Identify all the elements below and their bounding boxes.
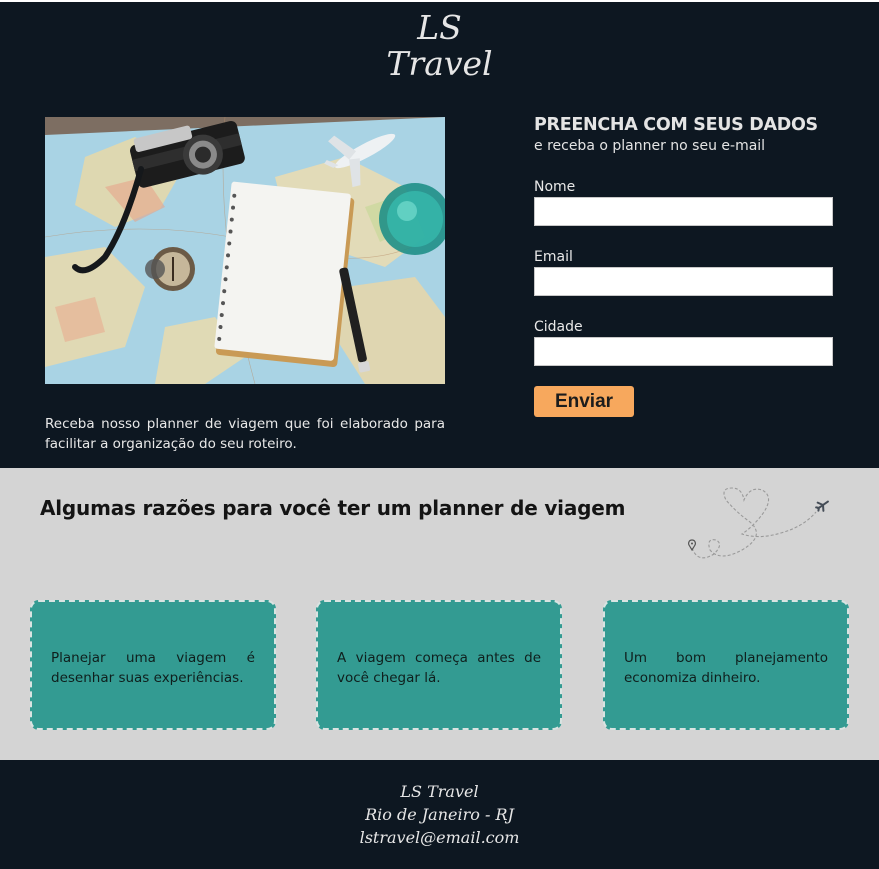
email-label: Email <box>534 249 573 265</box>
logo-line-ls: LS <box>417 8 462 47</box>
send-button[interactable]: Enviar <box>534 386 634 417</box>
heart-trail-airplane-icon <box>688 487 829 559</box>
hero-intro-text: Receba nosso planner de viagem que foi e… <box>45 416 445 452</box>
reasons-title: Algumas razões para você ter um planner … <box>40 496 626 520</box>
hero-section: LS Travel Receba nosso planner de viagem… <box>0 2 879 468</box>
city-field[interactable] <box>534 337 833 366</box>
site-footer: LS Travel Rio de Janeiro - RJ lstravel@e… <box>0 760 879 869</box>
name-field[interactable] <box>534 197 833 226</box>
site-logo[interactable]: LS Travel <box>0 10 879 82</box>
name-label: Nome <box>534 179 576 195</box>
reason-card-2: A viagem começa antes de você chegar lá. <box>316 600 562 730</box>
reasons-section: Algumas razões para você ter um planner … <box>0 468 879 760</box>
reason-card-text: Um bom planejamento economiza dinheiro. <box>624 650 828 686</box>
footer-brand: LS Travel <box>400 782 479 801</box>
form-subtitle: e receba o planner no seu e-mail <box>534 138 766 154</box>
airplane-icon <box>815 500 829 512</box>
reason-card-text: Planejar uma viagem é desenhar suas expe… <box>51 650 255 686</box>
reason-card-3: Um bom planejamento economiza dinheiro. <box>603 600 849 730</box>
footer-location: Rio de Janeiro - RJ <box>365 805 514 824</box>
email-field[interactable] <box>534 267 833 296</box>
logo-line-travel: Travel <box>386 44 493 83</box>
form-title: PREENCHA COM SEUS DADOS <box>534 115 818 135</box>
signup-form: PREENCHA COM SEUS DADOS e receba o plann… <box>534 114 834 417</box>
city-label: Cidade <box>534 319 583 335</box>
hero-image <box>45 117 445 384</box>
footer-email[interactable]: lstravel@email.com <box>0 826 879 849</box>
reason-card-text: A viagem começa antes de você chegar lá. <box>337 650 541 686</box>
reason-card-1: Planejar uma viagem é desenhar suas expe… <box>30 600 276 730</box>
